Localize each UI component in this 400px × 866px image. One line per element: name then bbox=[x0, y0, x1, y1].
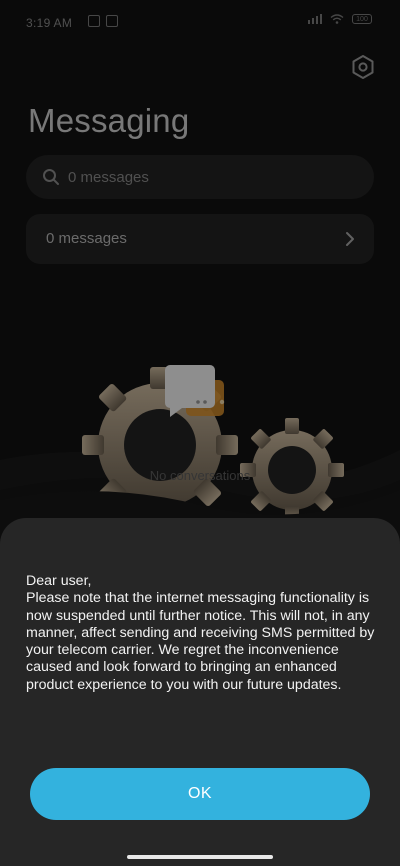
empty-state-label: No conversations bbox=[149, 468, 251, 483]
search-icon bbox=[43, 169, 59, 185]
notice-dialog: Dear user, Please note that the internet… bbox=[0, 518, 400, 866]
status-right: 100 bbox=[308, 14, 372, 24]
wifi-icon bbox=[330, 14, 344, 24]
search-input[interactable] bbox=[68, 155, 358, 199]
signal-icon bbox=[308, 14, 322, 24]
home-indicator[interactable] bbox=[127, 855, 273, 859]
battery-icon: 100 bbox=[352, 14, 372, 24]
chevron-right-icon bbox=[346, 232, 354, 246]
messaging-screen: 3:19 AM 100 Messaging 0 messages 0 messa… bbox=[0, 0, 400, 866]
dialog-message: Dear user, Please note that the internet… bbox=[26, 573, 375, 693]
messages-row-label: 0 messages bbox=[46, 230, 127, 247]
search-bar[interactable] bbox=[26, 155, 374, 199]
notification-icon bbox=[106, 15, 118, 27]
chat-bubble-icon bbox=[165, 365, 225, 417]
status-bar: 3:19 AM 100 bbox=[0, 0, 400, 40]
messages-row[interactable]: 0 messages bbox=[26, 214, 374, 264]
notification-icons bbox=[88, 15, 118, 27]
notification-icon bbox=[88, 15, 100, 27]
ok-button[interactable]: OK bbox=[30, 768, 370, 820]
page-title: Messaging bbox=[28, 102, 190, 139]
empty-state-illustration bbox=[0, 365, 400, 540]
status-time: 3:19 AM bbox=[26, 16, 73, 30]
settings-icon[interactable] bbox=[350, 54, 376, 80]
